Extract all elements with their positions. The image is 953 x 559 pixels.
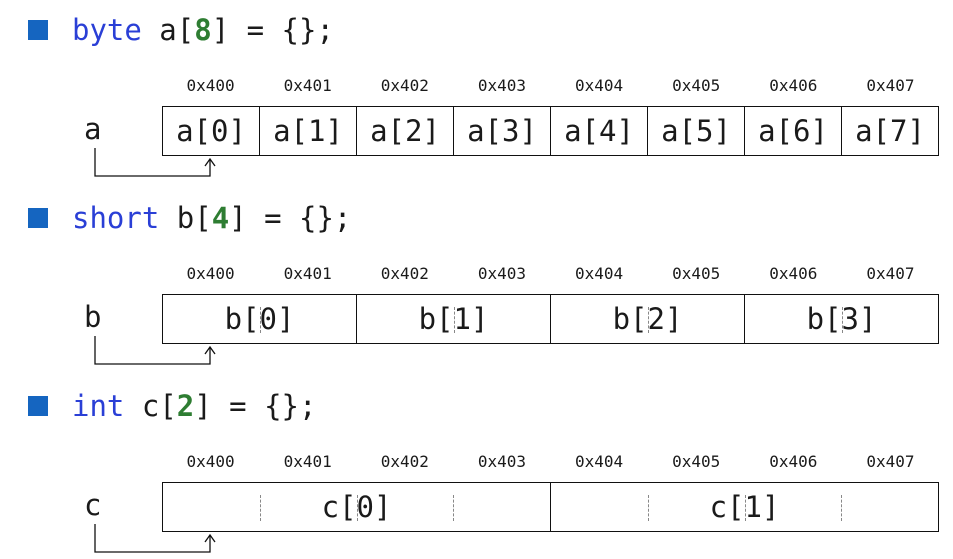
address-label: 0x401: [283, 76, 332, 95]
address-label: 0x406: [769, 76, 818, 95]
address-label: 0x403: [477, 76, 527, 95]
address-label: 0x400: [186, 452, 235, 471]
bullet-square-icon: [28, 20, 48, 40]
array-size: 4: [211, 201, 230, 235]
memory-row: c[0] c[1]: [162, 482, 939, 532]
address-label: 0x404: [574, 264, 624, 283]
cell-label: b[0]: [224, 302, 295, 336]
address-row: 0x400 0x401 0x402 0x403 0x404 0x405 0x40…: [162, 76, 939, 96]
declaration-byte: byte a[8] = {};: [28, 10, 334, 50]
cell-label: c[1]: [709, 490, 780, 524]
memory-cell: a[1]: [260, 107, 357, 155]
type-keyword: short: [72, 201, 160, 235]
array-name: b[: [159, 201, 212, 235]
section-byte: byte a[8] = {}; 0x400 0x401 0x402 0x403 …: [0, 0, 953, 180]
address-label: 0x402: [380, 452, 429, 471]
cell-label: b[2]: [612, 302, 683, 336]
memory-cell: b[0]: [163, 295, 357, 343]
address-row: 0x400 0x401 0x402 0x403 0x404 0x405 0x40…: [162, 264, 939, 284]
bullet-square-icon: [28, 396, 48, 416]
cell-label: a[6]: [758, 114, 828, 148]
address-label: 0x404: [574, 452, 624, 471]
cell-label: a[5]: [661, 114, 731, 148]
address-label: 0x400: [186, 76, 235, 95]
cell-label: a[7]: [855, 114, 925, 148]
cell-label: b[1]: [418, 302, 489, 336]
address-label: 0x403: [477, 264, 527, 283]
address-label: 0x407: [866, 452, 915, 471]
address-label: 0x402: [380, 76, 429, 95]
type-keyword: byte: [72, 13, 142, 47]
address-label: 0x407: [866, 76, 915, 95]
address-label: 0x405: [672, 452, 721, 471]
memory-cell: b[2]: [551, 295, 745, 343]
cell-label: b[3]: [806, 302, 877, 336]
cell-label: c[0]: [321, 490, 392, 524]
address-label: 0x403: [477, 452, 527, 471]
memory-cell: a[5]: [648, 107, 745, 155]
cell-label: a[2]: [370, 114, 440, 148]
declaration-rest: ] = {};: [229, 201, 352, 235]
cell-label: a[1]: [273, 114, 343, 148]
address-label: 0x400: [186, 264, 235, 283]
address-label: 0x406: [769, 452, 818, 471]
memory-cell: a[0]: [163, 107, 260, 155]
cell-label: a[4]: [564, 114, 634, 148]
address-label: 0x405: [672, 76, 721, 95]
address-label: 0x407: [866, 264, 915, 283]
memory-cell: a[7]: [842, 107, 938, 155]
type-keyword: int: [72, 389, 125, 423]
memory-cell: c[0]: [163, 483, 551, 531]
array-size: 8: [194, 13, 212, 47]
variable-name: c: [84, 488, 102, 522]
cell-label: a[0]: [176, 114, 246, 148]
variable-name: b: [84, 300, 102, 334]
memory-cell: a[6]: [745, 107, 842, 155]
address-label: 0x402: [380, 264, 429, 283]
memory-cell: c[1]: [551, 483, 938, 531]
address-label: 0x405: [672, 264, 721, 283]
address-label: 0x401: [283, 264, 332, 283]
memory-cell: a[2]: [357, 107, 454, 155]
memory-cell: b[3]: [745, 295, 938, 343]
declaration-int: int c[2] = {};: [28, 386, 316, 426]
array-size: 2: [176, 389, 195, 423]
memory-row: a[0] a[1] a[2] a[3] a[4] a[5] a[6] a[7]: [162, 106, 939, 156]
memory-row: b[0] b[1] b[2] b[3]: [162, 294, 939, 344]
memory-cell: b[1]: [357, 295, 551, 343]
address-label: 0x401: [283, 452, 332, 471]
section-int: int c[2] = {}; 0x400 0x401 0x402 0x403 0…: [0, 376, 953, 556]
address-label: 0x406: [769, 264, 818, 283]
array-name: a[: [141, 13, 195, 47]
array-name: c[: [124, 389, 177, 423]
declaration-rest: ] = {};: [194, 389, 317, 423]
cell-label: a[3]: [467, 114, 537, 148]
memory-cell: a[4]: [551, 107, 648, 155]
memory-cell: a[3]: [454, 107, 551, 155]
declaration-rest: ] = {};: [211, 13, 334, 47]
address-label: 0x404: [574, 76, 624, 95]
variable-name: a: [84, 112, 102, 146]
section-short: short b[4] = {}; 0x400 0x401 0x402 0x403…: [0, 188, 953, 368]
bullet-square-icon: [28, 208, 48, 228]
address-row: 0x400 0x401 0x402 0x403 0x404 0x405 0x40…: [162, 452, 939, 472]
declaration-short: short b[4] = {};: [28, 198, 351, 238]
